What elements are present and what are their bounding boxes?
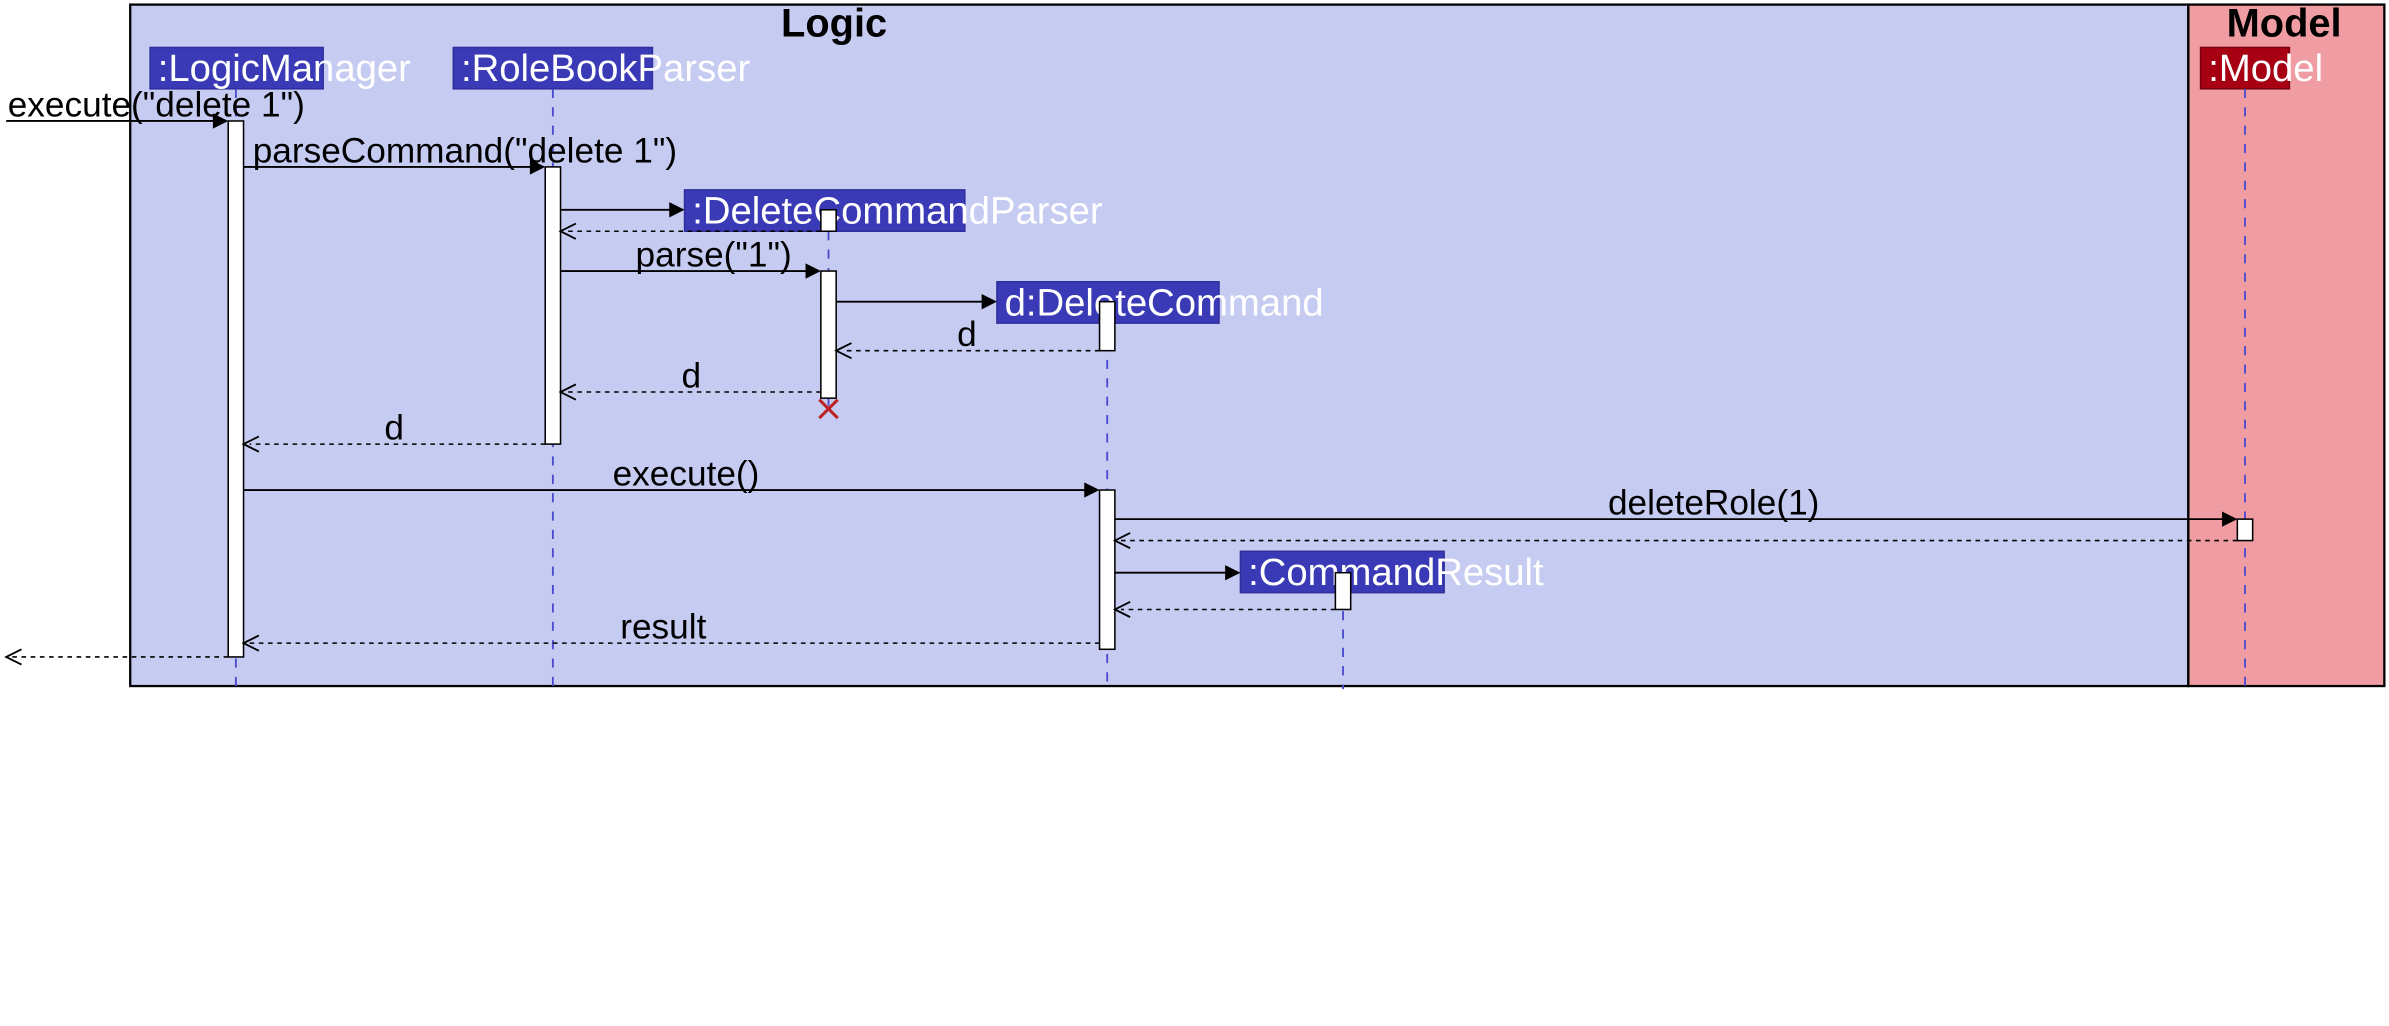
frame-logic <box>130 5 2188 686</box>
frame-model-label: Model <box>2227 2 2342 46</box>
activation-model <box>2237 519 2252 540</box>
activation-dc-2 <box>1100 490 1115 649</box>
participant-deletecommandparser-label: :DeleteCommandParser <box>692 190 1103 233</box>
msg-execute: execute() <box>613 454 760 493</box>
participant-model-label: :Model <box>2208 47 2323 90</box>
participant-deletecommand-label: d:DeleteCommand <box>1005 281 1324 324</box>
msg-deleterole: deleteRole(1) <box>1608 484 1819 523</box>
msg-d-1: d <box>957 315 977 354</box>
participant-commandresult-label: :CommandResult <box>1248 551 1544 594</box>
participant-rolebookparser-label: :RoleBookParser <box>461 47 751 90</box>
sequence-diagram: Logic Model :LogicManager :RoleBookParse… <box>0 0 2389 1026</box>
msg-parsecommand: parseCommand("delete 1") <box>253 131 677 170</box>
frame-model <box>2188 5 2384 686</box>
activation-cr <box>1335 573 1350 610</box>
activation-dcp-1 <box>821 210 836 231</box>
msg-execute-delete1: execute("delete 1") <box>8 85 305 124</box>
frame-logic-label: Logic <box>781 2 887 46</box>
activation-dc-1 <box>1100 302 1115 351</box>
activation-rolebookparser <box>545 167 560 444</box>
msg-d-2: d <box>682 356 702 395</box>
msg-result: result <box>620 608 706 647</box>
msg-parse1: parse("1") <box>636 235 792 274</box>
participant-logicmanager-label: :LogicManager <box>158 47 411 90</box>
activation-logicmanager <box>228 121 243 657</box>
msg-d-3: d <box>384 408 404 447</box>
activation-dcp-2 <box>821 271 836 398</box>
